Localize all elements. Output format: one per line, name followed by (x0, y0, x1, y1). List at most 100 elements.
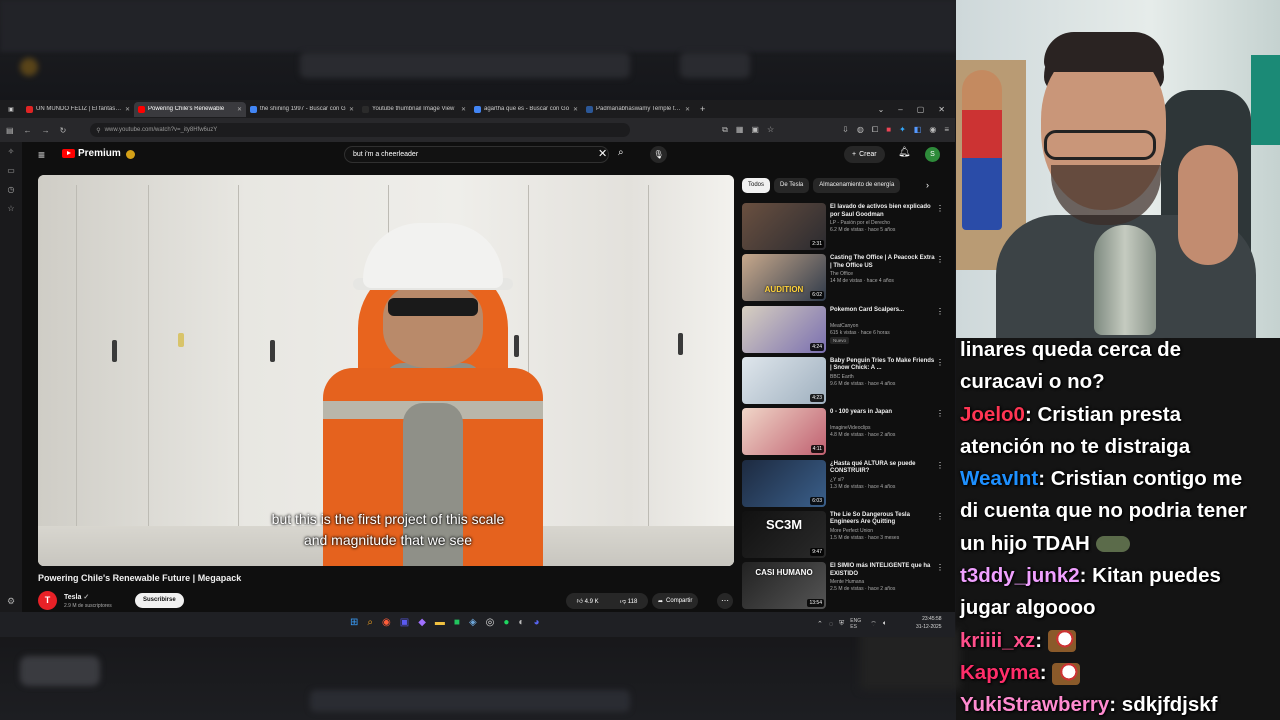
more-options-icon[interactable]: ⋮ (936, 255, 944, 264)
browser-menu-icon[interactable]: ≡ (944, 125, 949, 135)
recommended-title[interactable]: El lavado de activos bien explicado por … (830, 204, 935, 219)
more-options-icon[interactable]: ⋮ (936, 512, 944, 521)
recommended-channel[interactable]: ImagineVideoclips (830, 425, 871, 431)
recommended-video[interactable]: 4:11 0 - 100 years in Japan ImagineVideocl… (742, 408, 947, 456)
search-input[interactable]: but i'm a cheerleader (344, 146, 609, 163)
forward-button[interactable]: → (42, 126, 50, 135)
video-thumbnail[interactable]: 2:31 (742, 203, 826, 250)
video-thumbnail[interactable]: 6:03 (742, 459, 826, 507)
create-button[interactable]: + Crear (844, 146, 885, 163)
reader-icon[interactable]: ▦ (736, 125, 744, 135)
hamburger-menu-icon[interactable]: ≡ (38, 148, 45, 162)
chat-username[interactable]: YukiStrawberry (960, 693, 1109, 716)
recommended-video[interactable]: 6:03 ¿Hasta qué ALTURA se puede CONSTRUIR… (742, 459, 947, 508)
app-green-icon[interactable]: ■ (454, 617, 460, 628)
profile-icon[interactable]: ◉ (929, 125, 936, 135)
more-options-icon[interactable]: ⋮ (936, 461, 944, 470)
youtube-premium-logo[interactable]: Premium (62, 148, 121, 159)
video-thumbnail[interactable]: 4:24 (742, 305, 826, 353)
recommended-title[interactable]: ¿Hasta qué ALTURA se puede CONSTRUIR? (830, 461, 935, 476)
sidebar-history-icon[interactable]: ◷ (8, 185, 15, 194)
favorite-icon[interactable]: ☆ (767, 125, 774, 135)
download-icon[interactable]: ⇩ (842, 125, 849, 135)
tab-close-icon[interactable]: ✕ (573, 106, 578, 113)
tray-shield-icon[interactable]: ⛨ (839, 620, 844, 628)
recommended-video[interactable]: AUDITION 6:02 Casting The Office | A Peaco… (742, 254, 947, 302)
browser-tab[interactable]: agartha que es - Buscar con Go ✕ (470, 102, 582, 117)
account-avatar[interactable]: S (925, 147, 940, 162)
video-thumbnail[interactable]: CASI HUMANO 13:54 (742, 562, 826, 610)
close-window-button[interactable]: ✕ (938, 105, 945, 114)
search-app-icon[interactable]: ⌕ (367, 617, 373, 628)
reload-button[interactable]: ↻ (60, 126, 67, 135)
recommended-channel[interactable]: ¿Y si? (830, 477, 844, 483)
browser-tab[interactable]: Youtube thumbnail Image View ✕ (358, 102, 470, 117)
dislike-button[interactable]: 👎︎ 118 (620, 597, 637, 605)
notifications-bell-icon[interactable]: 🔔︎ (898, 147, 911, 158)
more-options-icon[interactable]: ⋮ (936, 358, 944, 367)
sidebar-toggle-icon[interactable]: ▤ (6, 126, 14, 135)
premiere-app-icon[interactable]: ▣ (400, 617, 409, 628)
filter-chip[interactable]: Todos (742, 178, 771, 193)
video-thumbnail[interactable]: 4:11 (742, 408, 826, 456)
wifi-icon[interactable]: ⌔ (870, 620, 877, 629)
site-info-icon[interactable]: ⚲ (96, 127, 100, 134)
tab-close-icon[interactable]: ✕ (237, 106, 242, 113)
chat-username[interactable]: Kapyma (960, 661, 1040, 684)
clock[interactable]: 23:45:58 31-12-2025 (916, 615, 942, 631)
new-tab-button[interactable]: + (700, 104, 705, 114)
volume-icon[interactable]: 🔈︎ (883, 620, 887, 628)
sidebar-bookmarks-icon[interactable]: ☆ (7, 204, 14, 213)
pip-icon[interactable]: ▣ (751, 125, 759, 135)
recommended-channel[interactable]: More Perfect Union (830, 528, 873, 534)
chat-username[interactable]: kriiii_xz (960, 629, 1035, 652)
extensions-icon[interactable]: ⧠ (872, 125, 878, 135)
recommended-title[interactable]: El SIMIO más INTELIGENTE que ha EXISTIDO (830, 563, 935, 578)
sidebar-wallet-icon[interactable]: ▭ (7, 166, 15, 175)
recommended-video[interactable]: SC3M 9:47 The Lie So Dangerous Tesla Engin… (742, 510, 947, 559)
minimize-button[interactable]: – (898, 105, 902, 114)
recommended-title[interactable]: Pokemon Card Scalpers... (830, 307, 935, 315)
url-field[interactable]: ⚲ www.youtube.com/watch?v=_ity8Hfw6uzY (90, 123, 631, 137)
search-icon[interactable]: ⌕ (618, 147, 624, 158)
browser-tab[interactable]: Powering Chile's Renewable ✕ (134, 101, 246, 117)
recommended-channel[interactable]: MeatCanyon (830, 323, 858, 329)
recommended-title[interactable]: The Lie So Dangerous Tesla Engineers Are… (830, 512, 935, 527)
video-thumbnail[interactable]: SC3M 9:47 (742, 510, 826, 558)
subscribe-button[interactable]: Suscribirse (135, 593, 184, 608)
more-options-icon[interactable]: ⋮ (936, 307, 944, 316)
recommended-video[interactable]: 4:23 Baby Penguin Tries To Make Friends |… (742, 356, 947, 405)
language-indicator[interactable]: ENG ES (850, 618, 864, 630)
recommended-title[interactable]: 0 - 100 years in Japan (830, 409, 935, 417)
more-options-icon[interactable]: ⋮ (936, 409, 944, 418)
discord-icon[interactable]: ◕ (533, 617, 539, 628)
tray-expand-icon[interactable]: ⌃ (817, 620, 823, 628)
tab-close-icon[interactable]: ✕ (349, 106, 354, 113)
share-button[interactable]: ➦ Compartir (652, 593, 699, 609)
voice-search-icon[interactable]: 🎙 (650, 146, 667, 163)
more-options-icon[interactable]: ⋮ (936, 204, 944, 213)
browser-tab[interactable]: the shining 1997 - Buscar con G ✕ (246, 102, 358, 117)
chat-username[interactable]: t3ddy_junk2 (960, 564, 1080, 587)
tab-close-icon[interactable]: ✕ (461, 106, 466, 113)
browser-app-icon[interactable]: ◉ (382, 617, 391, 628)
channel-name[interactable]: Tesla ✓ (64, 593, 89, 601)
chat-username[interactable]: WeavInt (960, 467, 1038, 490)
tab-actions-icon[interactable]: ▣ (0, 106, 22, 113)
screenshot-icon[interactable]: ⧉ (722, 125, 728, 135)
extension-blue-icon[interactable]: ✦ (899, 125, 906, 135)
recommended-video[interactable]: 4:24 Pokemon Card Scalpers... MeatCanyon 61… (742, 305, 947, 354)
start-icon[interactable]: ⊞ (350, 617, 358, 628)
doodle-icon[interactable] (126, 150, 135, 159)
more-options-icon[interactable]: ⋮ (936, 563, 944, 572)
chips-next-icon[interactable]: › (926, 180, 929, 190)
clear-search-icon[interactable]: ✕ (598, 147, 607, 160)
tab-search-icon[interactable]: ⌄ (878, 105, 885, 114)
browser-tab[interactable]: Padmanabhaswamy Temple trea ✕ (582, 102, 694, 117)
recommended-channel[interactable]: BBC Earth (830, 374, 854, 380)
extension-red-icon[interactable]: ■ (886, 125, 891, 135)
tab-close-icon[interactable]: ✕ (125, 106, 130, 113)
chat-username[interactable]: Joelo0 (960, 403, 1025, 426)
tray-app-icon[interactable]: ◌ (829, 621, 833, 628)
video-player[interactable]: but this is the first project of this sc… (38, 175, 734, 566)
